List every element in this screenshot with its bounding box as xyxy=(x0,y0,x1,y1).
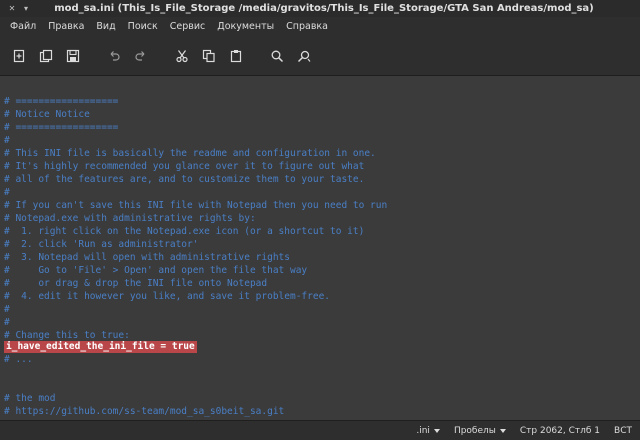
open-document-button[interactable] xyxy=(37,47,55,65)
menu-file[interactable]: Файл xyxy=(4,17,42,37)
chevron-down-icon xyxy=(499,428,506,433)
search-icon xyxy=(271,50,284,63)
editor-line: # xyxy=(4,317,10,328)
copy-button[interactable] xyxy=(200,47,218,65)
title-bar: ✕ ▾ mod_sa.ini (This_Is_File_Storage /me… xyxy=(0,0,640,17)
toolbar xyxy=(0,37,640,75)
redo-icon xyxy=(135,51,145,61)
status-bar: .ini Пробелы Стр 2062, Стлб 1 ВСТ xyxy=(0,420,640,440)
replace-icon xyxy=(297,50,311,63)
editor-line: # https://github.com/ss-team/mod_sa_s0be… xyxy=(4,406,285,417)
menu-search[interactable]: Поиск xyxy=(122,17,164,37)
paste-button[interactable] xyxy=(227,47,245,65)
editor-line: # This INI file is basically the readme … xyxy=(4,148,376,159)
indent-selector[interactable]: Пробелы xyxy=(454,426,506,436)
file-type-selector[interactable]: .ini xyxy=(416,426,440,436)
cut-icon xyxy=(176,50,188,63)
indent-label: Пробелы xyxy=(453,425,496,436)
undo-icon xyxy=(110,51,120,61)
editor-line: # 2. click 'Run as administrator' xyxy=(4,239,199,250)
editor-line: # xyxy=(4,187,10,198)
cut-button[interactable] xyxy=(173,47,191,65)
editor-line: # 1. right click on the Notepad.exe icon… xyxy=(4,226,365,237)
menu-help[interactable]: Справка xyxy=(280,17,334,37)
window-menu-icon[interactable]: ▾ xyxy=(22,4,30,13)
search-button[interactable] xyxy=(268,47,286,65)
editor-line: # If you can't save this INI file with N… xyxy=(4,200,388,211)
menu-documents[interactable]: Документы xyxy=(211,17,280,37)
replace-button[interactable] xyxy=(295,47,313,65)
editor-line: # xyxy=(4,304,10,315)
new-document-icon xyxy=(13,49,25,63)
editor-line: # 3. Notepad will open with administrati… xyxy=(4,252,290,263)
copy-icon xyxy=(202,49,215,63)
undo-button[interactable] xyxy=(105,47,123,65)
editor-line: # 4. edit it however you like, and save … xyxy=(4,291,331,302)
editor-line: # It's highly recommended you glance ove… xyxy=(4,161,365,172)
window-controls: ✕ ▾ xyxy=(0,4,48,13)
menu-view[interactable]: Вид xyxy=(90,17,121,37)
redo-button[interactable] xyxy=(132,47,150,65)
editor-line: # Go to 'File' > Open' and open the file… xyxy=(4,265,308,276)
highlighted-code-line: i_have_edited_the_ini_file = true xyxy=(4,341,197,353)
save-button[interactable] xyxy=(64,47,82,65)
editor-line: # Notepad.exe with administrative rights… xyxy=(4,213,256,224)
save-icon xyxy=(66,49,80,63)
menu-tools[interactable]: Сервис xyxy=(164,17,212,37)
editor-line: # the mod xyxy=(4,393,56,404)
open-document-icon xyxy=(39,49,53,63)
menu-bar: Файл Правка Вид Поиск Сервис Документы С… xyxy=(0,17,640,37)
text-editor-window: ✕ ▾ mod_sa.ini (This_Is_File_Storage /me… xyxy=(0,0,640,440)
editor-line: # ... xyxy=(4,354,33,365)
editor-line: # ================== xyxy=(4,96,119,107)
editor-line: # xyxy=(4,135,10,146)
cursor-position: Стр 2062, Стлб 1 xyxy=(519,425,601,436)
insert-mode[interactable]: ВСТ xyxy=(614,426,632,436)
menu-edit[interactable]: Правка xyxy=(42,17,90,37)
file-type-label: .ini xyxy=(416,425,430,436)
editor-line: # or drag & drop the INI file onto Notep… xyxy=(4,278,268,289)
paste-icon xyxy=(230,50,242,63)
close-window-icon[interactable]: ✕ xyxy=(8,4,16,13)
editor-line: # Notice Notice xyxy=(4,109,90,120)
chevron-down-icon xyxy=(433,428,440,433)
editor-line: # all of the features are, and to custom… xyxy=(4,174,365,185)
text-editor-area[interactable]: # ================== # Notice Notice # =… xyxy=(0,75,640,420)
window-title: mod_sa.ini (This_Is_File_Storage /media/… xyxy=(54,3,594,14)
new-document-button[interactable] xyxy=(10,47,28,65)
editor-line: # ================== xyxy=(4,122,119,133)
